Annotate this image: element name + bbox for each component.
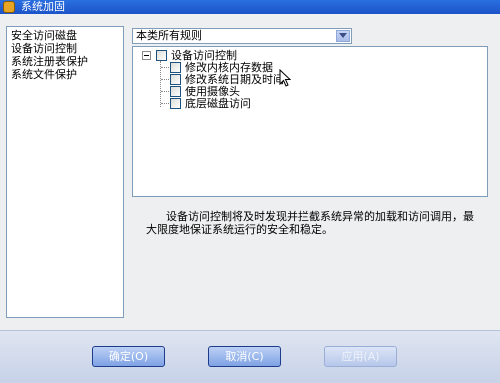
rule-checkbox[interactable] [170,86,181,97]
rule-checkbox[interactable] [170,62,181,73]
tree-collapse-toggle[interactable] [142,51,151,60]
chevron-down-icon[interactable] [336,30,350,42]
window-title: 系统加固 [21,0,65,13]
rule-description: 设备访问控制将及时发现并拦截系统异常的加载和访问调用，最大限度地保证系统运行的安… [146,210,474,236]
tree-connector [161,67,169,68]
rule-checkbox[interactable] [170,98,181,109]
title-bar: 系统加固 [0,0,500,14]
tree-connector [161,103,169,104]
rule-filter-value: 本类所有规则 [136,29,202,42]
shield-icon [3,1,15,13]
tree-connector [161,91,169,92]
category-item-device-access[interactable]: 设备访问控制 [11,42,77,55]
apply-button[interactable]: 应用(A) [324,346,397,367]
rule-tree: 设备访问控制 修改内核内存数据 修改系统日期及时间 使用摄像头 底层磁盘访问 [132,46,488,197]
rule-checkbox[interactable] [170,74,181,85]
root-checkbox[interactable] [156,50,167,61]
category-item-secure-disk[interactable]: 安全访问磁盘 [11,29,77,42]
category-item-system-files[interactable]: 系统文件保护 [11,68,77,81]
rule-filter-select[interactable]: 本类所有规则 [132,28,352,44]
rule-label[interactable]: 底层磁盘访问 [185,98,251,110]
cancel-button[interactable]: 取消(C) [208,346,281,367]
mouse-pointer-icon [279,69,291,87]
category-list[interactable]: 安全访问磁盘 设备访问控制 系统注册表保护 系统文件保护 [6,26,124,318]
category-item-registry[interactable]: 系统注册表保护 [11,55,88,68]
tree-connector [161,79,169,80]
ok-button[interactable]: 确定(O) [92,346,165,367]
